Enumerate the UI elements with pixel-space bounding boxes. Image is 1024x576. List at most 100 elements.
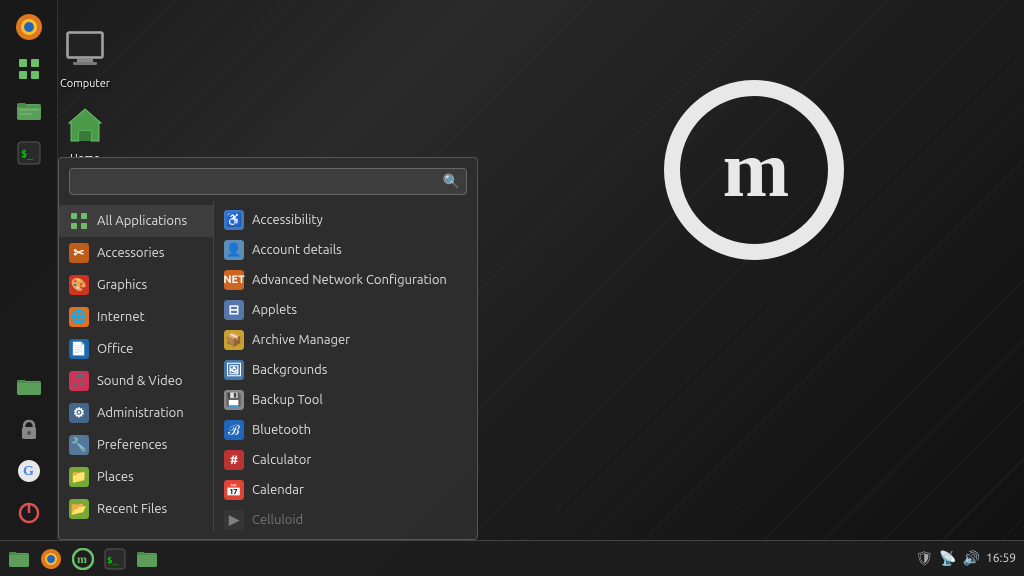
- category-office[interactable]: 📄 Office: [59, 333, 213, 365]
- taskbar-time: 16:59: [986, 552, 1016, 565]
- app-celluloid-label: Celluloid: [252, 513, 303, 527]
- category-office-label: Office: [97, 342, 133, 356]
- category-accessories[interactable]: ✂ Accessories: [59, 237, 213, 269]
- app-archive-icon: 📦: [224, 330, 244, 350]
- category-accessories-icon: ✂: [69, 243, 89, 263]
- app-celluloid-icon: ▶: [224, 510, 244, 530]
- category-sound-label: Sound & Video: [97, 374, 183, 388]
- search-wrapper[interactable]: 🔍: [69, 168, 467, 195]
- category-prefs-icon: 🔧: [69, 435, 89, 455]
- app-account-label: Account details: [252, 243, 342, 257]
- taskbar-folder[interactable]: [132, 545, 162, 573]
- category-graphics-label: Graphics: [97, 278, 147, 292]
- sidebar-icon-folder[interactable]: [10, 368, 48, 406]
- menu-apps-list: ♿ Accessibility 👤 Account details NET Ad…: [214, 201, 477, 531]
- app-applets-label: Applets: [252, 303, 297, 317]
- taskbar-terminal[interactable]: $_: [100, 545, 130, 573]
- menu-search-area: 🔍: [59, 158, 477, 201]
- category-prefs[interactable]: 🔧 Preferences: [59, 429, 213, 461]
- taskbar-right: 🛡 📡 🔊 16:59: [907, 550, 1024, 567]
- app-account-icon: 👤: [224, 240, 244, 260]
- app-calendar[interactable]: 📅 Calendar: [214, 475, 477, 505]
- app-calendar-label: Calendar: [252, 483, 304, 497]
- app-calculator[interactable]: # Calculator: [214, 445, 477, 475]
- category-admin-icon: ⚙: [69, 403, 89, 423]
- category-recent-label: Recent Files: [97, 502, 167, 516]
- category-sound-icon: 🎵: [69, 371, 89, 391]
- app-applets[interactable]: ⊟ Applets: [214, 295, 477, 325]
- app-network-icon: NET: [224, 270, 244, 290]
- category-internet[interactable]: 🌐 Internet: [59, 301, 213, 333]
- sidebar-icon-power[interactable]: [10, 494, 48, 532]
- app-calculator-label: Calculator: [252, 453, 311, 467]
- taskbar-files[interactable]: [4, 545, 34, 573]
- category-all-icon: [69, 211, 89, 231]
- category-accessories-label: Accessories: [97, 246, 164, 260]
- sidebar: $_ G: [0, 0, 58, 540]
- app-accessibility-icon: ♿: [224, 210, 244, 230]
- category-places-label: Places: [97, 470, 134, 484]
- shield-icon: 🛡: [915, 550, 933, 567]
- app-celluloid: ▶ Celluloid: [214, 505, 477, 531]
- mint-logo: m: [664, 80, 844, 260]
- app-calculator-icon: #: [224, 450, 244, 470]
- svg-text:G: G: [23, 464, 34, 479]
- desktop: m Computer Home: [0, 0, 1024, 576]
- menu-categories: All Applications ✂ Accessories 🎨 Graphic…: [59, 201, 214, 531]
- app-bluetooth-label: Bluetooth: [252, 423, 311, 437]
- category-sound[interactable]: 🎵 Sound & Video: [59, 365, 213, 397]
- app-account[interactable]: 👤 Account details: [214, 235, 477, 265]
- sidebar-icon-apps[interactable]: [10, 50, 48, 88]
- category-office-icon: 📄: [69, 339, 89, 359]
- category-graphics[interactable]: 🎨 Graphics: [59, 269, 213, 301]
- computer-icon: [61, 26, 109, 74]
- app-calendar-icon: 📅: [224, 480, 244, 500]
- app-backup-icon: 💾: [224, 390, 244, 410]
- volume-icon: 🔊: [963, 550, 980, 567]
- app-backgrounds-label: Backgrounds: [252, 363, 327, 377]
- search-icon: 🔍: [443, 173, 460, 190]
- sidebar-icon-lock[interactable]: [10, 410, 48, 448]
- taskbar: m $_ 🛡 📡 🔊 16:59: [0, 540, 1024, 576]
- app-bluetooth[interactable]: ℬ Bluetooth: [214, 415, 477, 445]
- category-admin[interactable]: ⚙ Administration: [59, 397, 213, 429]
- app-backup[interactable]: 💾 Backup Tool: [214, 385, 477, 415]
- network-icon: 📡: [939, 550, 956, 567]
- sidebar-icon-terminal[interactable]: $_: [10, 134, 48, 172]
- sidebar-icon-firefox[interactable]: [10, 8, 48, 46]
- app-archive-label: Archive Manager: [252, 333, 350, 347]
- search-input[interactable]: [76, 172, 443, 191]
- home-icon: [61, 101, 109, 149]
- svg-text:$_: $_: [107, 556, 118, 566]
- taskbar-sys-icons: 🛡 📡 🔊: [915, 550, 980, 567]
- menu-body: All Applications ✂ Accessories 🎨 Graphic…: [59, 201, 477, 531]
- sidebar-icon-files[interactable]: [10, 92, 48, 130]
- app-accessibility-label: Accessibility: [252, 213, 323, 227]
- category-internet-icon: 🌐: [69, 307, 89, 327]
- category-internet-label: Internet: [97, 310, 145, 324]
- svg-text:$_: $_: [21, 149, 34, 160]
- category-admin-label: Administration: [97, 406, 184, 420]
- category-prefs-label: Preferences: [97, 438, 167, 452]
- app-applets-icon: ⊟: [224, 300, 244, 320]
- category-recent[interactable]: 📂 Recent Files: [59, 493, 213, 525]
- app-accessibility[interactable]: ♿ Accessibility: [214, 205, 477, 235]
- app-backgrounds[interactable]: 🖼 Backgrounds: [214, 355, 477, 385]
- app-bluetooth-icon: ℬ: [224, 420, 244, 440]
- app-menu: 🔍 All Applications: [58, 157, 478, 540]
- taskbar-firefox[interactable]: [36, 545, 66, 573]
- app-network[interactable]: NET Advanced Network Configuration: [214, 265, 477, 295]
- taskbar-mintmenu[interactable]: m: [68, 545, 98, 573]
- category-graphics-icon: 🎨: [69, 275, 89, 295]
- app-network-label: Advanced Network Configuration: [252, 273, 447, 287]
- category-places[interactable]: 📁 Places: [59, 461, 213, 493]
- svg-text:m: m: [77, 552, 87, 566]
- sidebar-icon-google[interactable]: G: [10, 452, 48, 490]
- category-all[interactable]: All Applications: [59, 205, 213, 237]
- app-backup-label: Backup Tool: [252, 393, 323, 407]
- category-recent-icon: 📂: [69, 499, 89, 519]
- category-all-label: All Applications: [97, 214, 187, 228]
- app-backgrounds-icon: 🖼: [224, 360, 244, 380]
- category-places-icon: 📁: [69, 467, 89, 487]
- app-archive[interactable]: 📦 Archive Manager: [214, 325, 477, 355]
